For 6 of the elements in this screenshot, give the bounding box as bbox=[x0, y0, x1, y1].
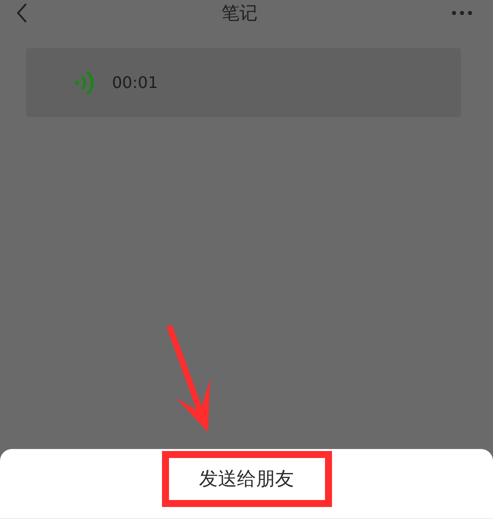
send-to-friend-button[interactable]: 发送给朋友 bbox=[162, 451, 332, 507]
more-icon[interactable] bbox=[451, 10, 473, 16]
sound-wave-icon bbox=[74, 70, 96, 96]
back-icon[interactable] bbox=[16, 2, 28, 24]
page-title: 笔记 bbox=[222, 2, 258, 25]
voice-duration: 00:01 bbox=[112, 73, 158, 92]
